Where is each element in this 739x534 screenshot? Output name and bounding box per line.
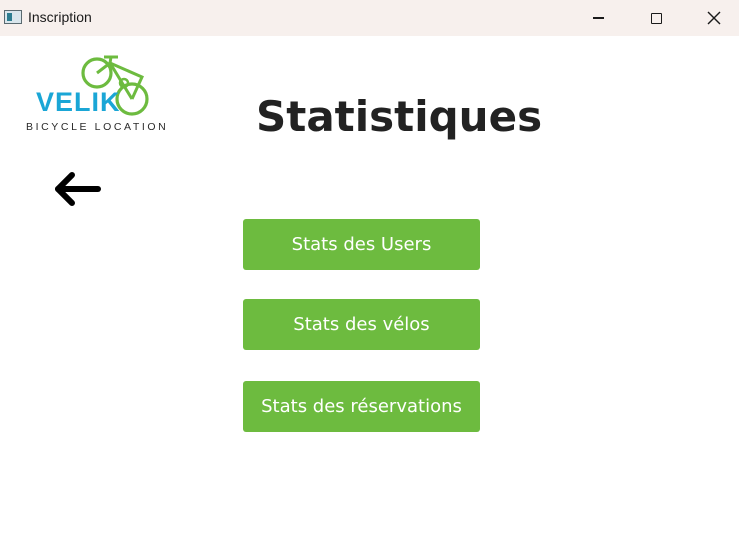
logo-name: VELIK — [36, 87, 121, 117]
maximize-button[interactable] — [627, 0, 685, 36]
close-icon — [707, 11, 721, 25]
stats-reservations-button[interactable]: Stats des réservations — [243, 381, 480, 432]
minimize-button[interactable] — [569, 0, 627, 36]
window-title: Inscription — [28, 9, 92, 25]
velik-logo: VELIK BICYCLE LOCATION — [24, 55, 174, 135]
title-bar: Inscription — [0, 0, 739, 36]
logo-tagline: BICYCLE LOCATION — [26, 121, 169, 133]
stats-velos-button[interactable]: Stats des vélos — [243, 299, 480, 350]
close-button[interactable] — [685, 0, 739, 36]
stats-users-button[interactable]: Stats des Users — [243, 219, 480, 270]
maximize-icon — [650, 12, 662, 24]
page-title: Statistiques — [256, 92, 543, 141]
back-button[interactable] — [50, 170, 104, 210]
app-window: Inscription VELIK BICYCLE LOCATION Stati… — [0, 0, 739, 534]
minimize-icon — [592, 17, 604, 19]
arrow-left-icon — [55, 172, 101, 206]
app-window-icon — [4, 10, 22, 24]
